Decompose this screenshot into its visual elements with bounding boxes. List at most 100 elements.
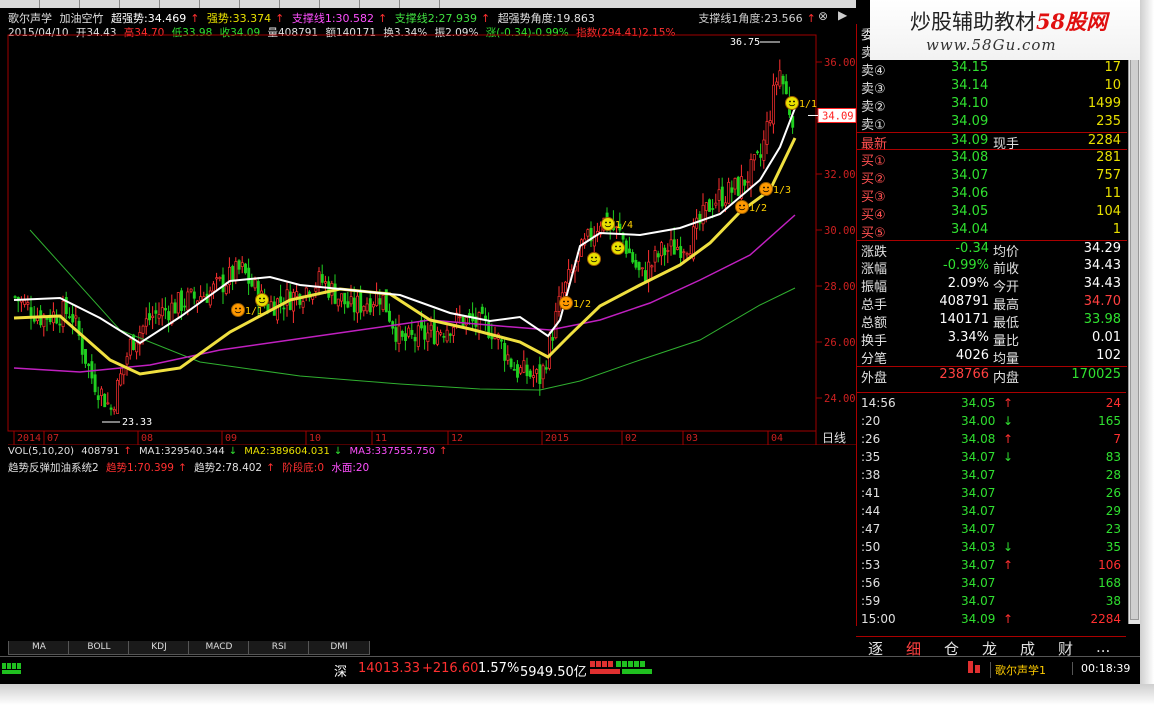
candle-body bbox=[717, 189, 721, 201]
bid-row[interactable]: 买③ 34.06 11 bbox=[857, 186, 1127, 205]
candle-body bbox=[746, 181, 750, 183]
bid-row[interactable]: 买② 34.07 757 bbox=[857, 168, 1127, 187]
signal-face-icon[interactable] bbox=[559, 296, 573, 310]
order-price: 34.15 bbox=[951, 60, 989, 75]
candle-body bbox=[208, 290, 212, 306]
order-volume: 104 bbox=[1096, 204, 1121, 219]
candle-body bbox=[327, 281, 331, 298]
indicator-tab-macd[interactable]: MACD bbox=[188, 641, 250, 655]
candlestick-chart[interactable]: 36.0034.0032.0030.0028.0026.0024.0034.09… bbox=[0, 0, 856, 445]
candle-body bbox=[128, 338, 132, 356]
order-book-panel: 委比 卖⑤34.1623卖④34.1517卖③34.1410卖②34.10149… bbox=[856, 24, 1127, 392]
tick-row[interactable]: :38 34.07 28 bbox=[857, 467, 1127, 485]
last-price-row[interactable]: 最新 34.09 2284 现手 bbox=[857, 132, 1127, 152]
status-stock-name[interactable]: 歌尔声学1 bbox=[990, 662, 1046, 678]
candle-body bbox=[135, 342, 139, 353]
order-level-label: 买④ bbox=[861, 208, 886, 223]
candle-body bbox=[144, 318, 148, 327]
candle-body bbox=[756, 151, 759, 154]
tick-time: :26 bbox=[861, 432, 881, 446]
order-level-label: 卖④ bbox=[861, 64, 886, 79]
candle-body bbox=[509, 358, 513, 368]
tick-row[interactable]: :44 34.07 29 bbox=[857, 503, 1127, 521]
vertical-scrollbar[interactable] bbox=[1128, 24, 1140, 624]
tick-row[interactable]: :41 34.07 26 bbox=[857, 485, 1127, 503]
bottom-value: 阶段底:0 bbox=[282, 462, 324, 474]
bid-row[interactable]: 买① 34.08 281 bbox=[857, 150, 1127, 169]
candle-body bbox=[535, 369, 539, 374]
signal-face-icon[interactable] bbox=[785, 96, 799, 110]
tick-row[interactable]: :20 34.00 ↓ 165 bbox=[857, 413, 1127, 431]
tick-list[interactable]: 14:56 34.05 ↑ 24:20 34.00 ↓ 165:26 34.08 ↑ 7:35 34… bbox=[856, 392, 1126, 626]
bid-row[interactable]: 买⑤ 34.04 1 bbox=[857, 222, 1127, 241]
water-value: 水面:20 bbox=[331, 462, 370, 474]
candle-body bbox=[109, 407, 113, 410]
tick-price: 34.07 bbox=[961, 450, 996, 464]
tick-row[interactable]: :53 34.07 ↑ 106 bbox=[857, 557, 1127, 575]
stat-value: 408791 bbox=[939, 294, 989, 309]
vol-ma1: MA1:329540.344 bbox=[139, 446, 225, 457]
bid-row[interactable]: 买④ 34.05 104 bbox=[857, 204, 1127, 223]
signal-face-icon[interactable] bbox=[601, 217, 615, 231]
order-volume: 11 bbox=[1104, 186, 1121, 201]
candle-body bbox=[164, 308, 167, 311]
candle-body bbox=[100, 388, 103, 396]
stat-value: 34.70 bbox=[1083, 294, 1121, 309]
candle-body bbox=[352, 297, 356, 313]
tick-row[interactable]: :35 34.07 ↓ 83 bbox=[857, 449, 1127, 467]
candle-body bbox=[112, 409, 116, 412]
signal-face-icon[interactable] bbox=[231, 303, 245, 317]
candle-body bbox=[663, 247, 667, 256]
order-level-label: 卖① bbox=[861, 118, 886, 133]
right-volume-bars-icon bbox=[968, 661, 980, 673]
tick-price: 34.08 bbox=[961, 432, 996, 446]
up-arrow-icon: ↑ bbox=[123, 446, 132, 457]
scrollbar-thumb[interactable] bbox=[1130, 30, 1139, 620]
outer-inner-row: 外盘 238766 内盘 170025 bbox=[857, 366, 1127, 386]
order-volume: 1 bbox=[1112, 222, 1121, 237]
indicator-tab-rsi[interactable]: RSI bbox=[248, 641, 310, 655]
tick-row[interactable]: :56 34.07 168 bbox=[857, 575, 1127, 593]
signal-face-icon[interactable] bbox=[611, 241, 625, 255]
indicator-tab-kdj[interactable]: KDJ bbox=[128, 641, 190, 655]
down-arrow-icon: ↓ bbox=[1003, 414, 1014, 428]
tick-row[interactable]: 15:00 34.09 ↑ 2284 bbox=[857, 611, 1127, 629]
indicator-tab-dmi[interactable]: DMI bbox=[308, 641, 370, 655]
tick-time: :59 bbox=[861, 594, 881, 608]
order-volume: 17 bbox=[1104, 60, 1121, 75]
tick-row[interactable]: :26 34.08 ↑ 7 bbox=[857, 431, 1127, 449]
candle-body bbox=[772, 84, 775, 125]
sub-indicator-name[interactable]: 趋势反弹加油系统2 bbox=[8, 462, 99, 474]
side-tab[interactable]: ... bbox=[1096, 638, 1110, 656]
tick-volume: 35 bbox=[1105, 540, 1121, 554]
ask-row[interactable]: 卖② 34.10 1499 bbox=[857, 96, 1127, 115]
signal-face-icon[interactable] bbox=[587, 252, 601, 266]
down-arrow-icon: ↓ bbox=[1003, 450, 1014, 464]
tick-row[interactable]: :59 34.07 38 bbox=[857, 593, 1127, 611]
stat-value: 2.09% bbox=[947, 276, 989, 291]
indicator-tab-ma[interactable]: MA bbox=[8, 641, 70, 655]
date-axis-label: 08 bbox=[141, 433, 153, 444]
candle-body bbox=[448, 333, 452, 336]
candle-body bbox=[586, 229, 590, 237]
tick-row[interactable]: :50 34.03 ↓ 35 bbox=[857, 539, 1127, 557]
candle-body bbox=[125, 356, 129, 365]
candle-body bbox=[733, 177, 737, 190]
price-axis-label: 36.00 bbox=[824, 57, 856, 69]
ask-row[interactable]: 卖③ 34.14 10 bbox=[857, 78, 1127, 97]
candle-body bbox=[23, 300, 27, 305]
indicator-tab-boll[interactable]: BOLL bbox=[68, 641, 130, 655]
tick-row[interactable]: :47 34.07 23 bbox=[857, 521, 1127, 539]
signal-face-icon[interactable] bbox=[735, 200, 749, 214]
order-volume: 757 bbox=[1096, 168, 1121, 183]
ask-row[interactable]: 卖④ 34.15 17 bbox=[857, 60, 1127, 79]
signal-face-eye bbox=[619, 245, 621, 248]
ask-row[interactable]: 卖① 34.09 235 bbox=[857, 114, 1127, 133]
signal-face-icon[interactable] bbox=[759, 182, 773, 196]
stat-row: 总手 408791 最高 34.70 bbox=[857, 294, 1127, 313]
signal-face-icon[interactable] bbox=[255, 293, 269, 307]
tick-time: :20 bbox=[861, 414, 881, 428]
tick-row[interactable]: 14:56 34.05 ↑ 24 bbox=[857, 395, 1127, 413]
candle-body bbox=[672, 239, 676, 255]
candle-body bbox=[106, 402, 110, 405]
